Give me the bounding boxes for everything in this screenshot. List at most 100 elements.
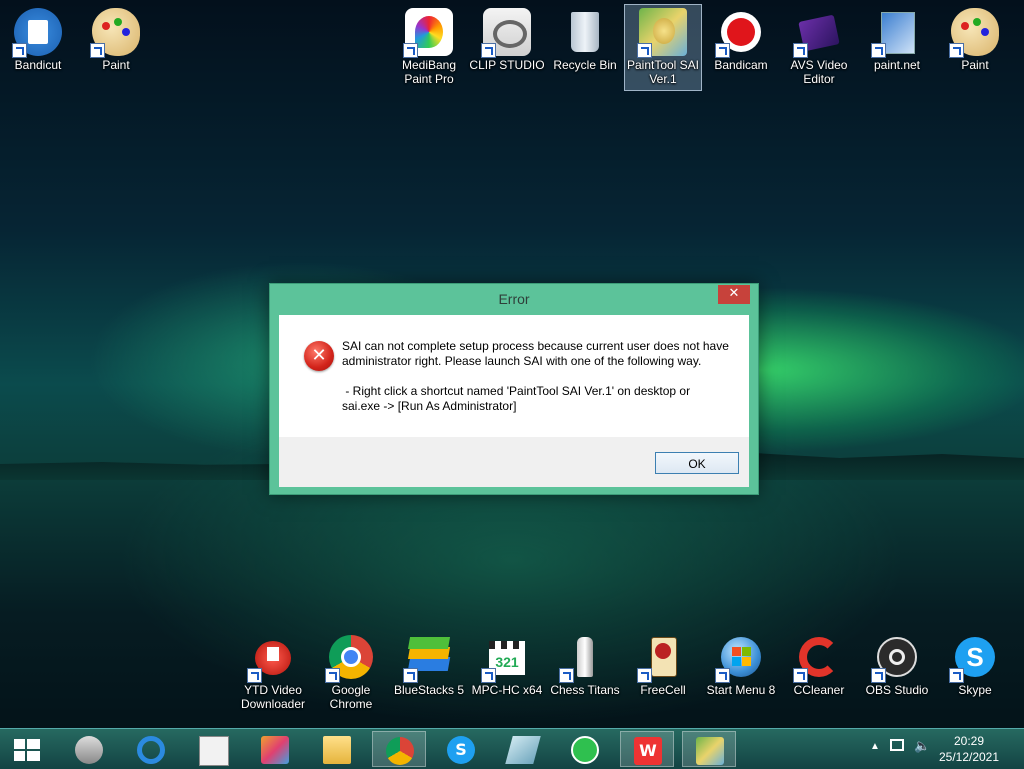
desktop-icon-paint-2[interactable]: Paint	[937, 8, 1013, 72]
desktop-icon-label: CLIP STUDIO	[469, 58, 545, 72]
dialog-title: Error	[498, 291, 530, 307]
message-area: ✕ SAI can not complete setup process bec…	[279, 315, 749, 437]
ok-button[interactable]: OK	[655, 452, 739, 474]
desktop-icon-start-menu-8[interactable]: Start Menu 8	[703, 633, 779, 697]
hp-icon	[75, 736, 103, 764]
desktop-icon-recycle-bin[interactable]: Recycle Bin	[547, 8, 623, 72]
desktop-icon-painttool-sai[interactable]: PaintTool SAI Ver.1	[624, 4, 702, 91]
taskbar: S W ▲ 🔈 20:29 25/12/2021	[0, 728, 1024, 769]
taskbar-hp-app[interactable]	[62, 731, 116, 767]
desktop-icon-bluestacks[interactable]: BlueStacks 5	[391, 633, 467, 697]
desktop-icon-medibang[interactable]: MediBang Paint Pro	[391, 8, 467, 86]
taskbar-pen-app[interactable]	[496, 731, 550, 767]
desktop-icon-label: Start Menu 8	[706, 683, 776, 697]
windows-orb-icon	[715, 633, 765, 683]
clock-date: 25/12/2021	[938, 750, 1000, 764]
desktop-icon-ccleaner[interactable]: CCleaner	[781, 633, 857, 697]
desktop-icon-avs-video-editor[interactable]: AVS Video Editor	[781, 8, 857, 86]
desktop-icon-chrome[interactable]: Google Chrome	[313, 633, 389, 711]
clock-time: 20:29	[953, 734, 985, 748]
desktop-icon-label: Bandicam	[714, 58, 768, 72]
obs-icon	[871, 633, 921, 683]
bluestacks-icon	[403, 633, 453, 683]
desktop-icon-label: Paint	[102, 58, 130, 72]
taskbar-photo-app[interactable]	[248, 731, 302, 767]
desktop-icon-label: Paint	[961, 58, 989, 72]
photo-gallery-icon	[261, 736, 289, 764]
close-button[interactable]: ✕	[718, 285, 750, 304]
painttool-sai-icon	[637, 8, 687, 58]
desktop-icon-label: paint.net	[873, 58, 921, 72]
desktop-icon-bandicam[interactable]: Bandicam	[703, 8, 779, 72]
paint-palette-icon	[949, 8, 999, 58]
desktop-icon-label: MediBang Paint Pro	[401, 58, 457, 86]
clock[interactable]: 20:29 25/12/2021	[934, 733, 1004, 765]
bandicut-icon	[12, 8, 62, 58]
message-line: sai.exe -> [Run As Administrator]	[342, 399, 517, 413]
desktop-icon-label: Skype	[958, 683, 992, 697]
clip-studio-icon	[481, 8, 531, 58]
wps-office-icon: W	[634, 737, 662, 765]
desktop-icon-chess-titans[interactable]: Chess Titans	[547, 633, 623, 697]
desktop-icon-skype[interactable]: S Skype	[937, 633, 1013, 697]
desktop-icon-mpc-hc[interactable]: 321 MPC-HC x64	[469, 633, 545, 697]
desktop-icon-label: BlueStacks 5	[393, 683, 465, 697]
painttool-sai-icon	[696, 737, 724, 765]
skype-icon: S	[447, 736, 475, 764]
taskbar-file-explorer[interactable]	[310, 731, 364, 767]
desktop-icon-label: FreeCell	[640, 683, 686, 697]
desktop-icon-label: OBS Studio	[865, 683, 929, 697]
taskbar-internet-explorer[interactable]	[124, 731, 178, 767]
taskbar-skype[interactable]: S	[434, 731, 488, 767]
start-button[interactable]	[0, 731, 54, 767]
error-icon: ✕	[304, 341, 334, 371]
ccleaner-icon	[793, 633, 843, 683]
taskbar-chrome[interactable]	[372, 731, 426, 767]
desktop-icon-label: AVS Video Editor	[790, 58, 848, 86]
taskbar-whatsapp[interactable]	[558, 731, 612, 767]
desktop-icon-label: PaintTool SAI Ver.1	[626, 58, 700, 86]
volume-muted-icon[interactable]: 🔈	[914, 738, 930, 754]
desktop-icon-obs-studio[interactable]: OBS Studio	[859, 633, 935, 697]
recycle-bin-icon	[561, 8, 609, 56]
message-line: SAI can not complete setup process becau…	[342, 339, 729, 353]
desktop-icon-label: YTD Video Downloader	[240, 683, 306, 711]
tablet-pen-icon	[505, 736, 541, 764]
message-line: - Right click a shortcut named 'PaintToo…	[342, 384, 691, 398]
taskbar-painttool-sai[interactable]	[682, 731, 736, 767]
desktop-icon-label: Recycle Bin	[553, 58, 617, 72]
paint-net-icon	[871, 8, 921, 58]
windows-logo-icon	[14, 739, 40, 761]
chrome-icon	[325, 633, 375, 683]
paint-palette-icon	[90, 8, 140, 58]
dialog-body: ✕ SAI can not complete setup process bec…	[279, 315, 749, 487]
taskbar-wps-office[interactable]: W	[620, 731, 674, 767]
desktop-icon-ytd[interactable]: YTD Video Downloader	[235, 633, 311, 711]
show-hidden-icons-icon[interactable]: ▲	[870, 741, 880, 752]
network-icon[interactable]	[890, 739, 904, 751]
medibang-icon	[403, 8, 453, 58]
ytd-download-icon	[247, 633, 297, 683]
document-icon	[199, 736, 229, 766]
folder-icon	[323, 736, 351, 764]
desktop-icon-bandicut[interactable]: Bandicut	[0, 8, 76, 72]
freecell-card-icon	[637, 633, 687, 683]
whatsapp-icon	[571, 736, 599, 764]
taskbar-notepad-app[interactable]	[186, 731, 240, 767]
desktop-icon-clip-studio[interactable]: CLIP STUDIO	[469, 8, 545, 72]
desktop-icon-label: Chess Titans	[550, 683, 620, 697]
desktop-icon-label: Bandicut	[14, 58, 62, 72]
desktop-icon-label: Google Chrome	[329, 683, 373, 711]
desktop-icon-paint[interactable]: Paint	[78, 8, 154, 72]
message-line: administrator right. Please launch SAI w…	[342, 354, 702, 368]
error-dialog: Error ✕ ✕ SAI can not complete setup pro…	[269, 283, 759, 495]
chrome-icon	[386, 737, 414, 765]
chess-king-icon	[559, 633, 609, 683]
film-clapper-icon	[793, 8, 843, 58]
mpc-clapper-icon: 321	[481, 633, 531, 683]
internet-explorer-icon	[137, 736, 165, 764]
desktop-icon-freecell[interactable]: FreeCell	[625, 633, 701, 697]
desktop-icon-paint-net[interactable]: paint.net	[859, 8, 935, 72]
desktop-icon-label: MPC-HC x64	[471, 683, 543, 697]
desktop-icon-label: CCleaner	[793, 683, 845, 697]
